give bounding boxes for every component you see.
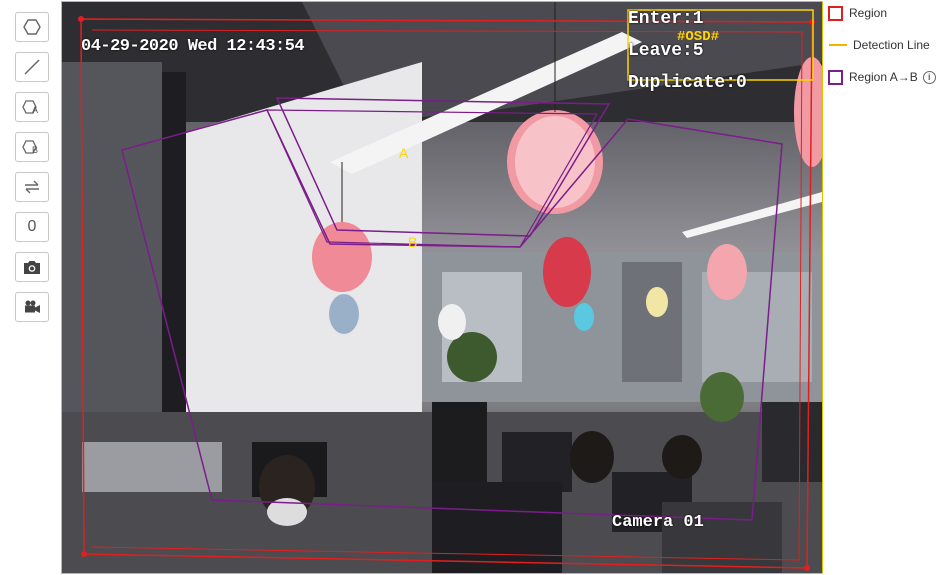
detection-line-button[interactable]: [15, 52, 49, 82]
region-a-button[interactable]: A: [15, 92, 49, 122]
legend-region-ab: Region A→B i: [828, 67, 936, 87]
swap-direction-icon: [25, 180, 39, 194]
reset-count-button[interactable]: 0: [15, 212, 49, 242]
legend-region: Region: [828, 3, 887, 23]
snapshot-button[interactable]: [15, 252, 49, 282]
camera-snapshot-icon: [24, 261, 40, 274]
region-ab-swatch: [828, 69, 843, 85]
info-icon[interactable]: i: [922, 70, 936, 84]
live-video-view[interactable]: 04-29-2020 Wed 12:43:54 Enter:1 Leave:5 …: [61, 1, 823, 574]
record-button[interactable]: [15, 292, 49, 322]
osd-camera-name: Camera 01: [612, 513, 704, 532]
region-b-button[interactable]: B: [15, 132, 49, 162]
reset-count-icon: 0: [27, 218, 37, 235]
drawing-toolbar: A B 0: [0, 0, 60, 575]
legend-detection-line: Detection Line: [828, 35, 930, 55]
detection-line-icon: [24, 59, 40, 75]
region-swatch: [828, 5, 843, 21]
video-record-icon: [25, 300, 40, 313]
polygon-region-button[interactable]: [15, 12, 49, 42]
svg-text:B: B: [32, 145, 38, 155]
zone-a-label: A: [399, 145, 409, 161]
osd-tag: #OSD#: [677, 29, 720, 45]
polygon-region-icon: [23, 19, 41, 35]
legend-detection-line-label: Detection Line: [853, 38, 930, 52]
osd-enter-count: Enter:1: [628, 9, 704, 29]
region-a-icon: A: [22, 100, 38, 115]
swap-direction-button[interactable]: [15, 172, 49, 202]
detection-line-swatch: [829, 44, 847, 46]
osd-datetime: 04-29-2020 Wed 12:43:54: [81, 37, 305, 56]
region-b-icon: B: [22, 140, 38, 155]
osd-duplicate-count: Duplicate:0: [628, 73, 747, 93]
legend-region-label: Region: [849, 6, 888, 20]
legend-region-ab-label: Region A→B: [849, 70, 918, 84]
zone-b-label: B: [408, 234, 418, 250]
svg-text:A: A: [32, 105, 38, 115]
